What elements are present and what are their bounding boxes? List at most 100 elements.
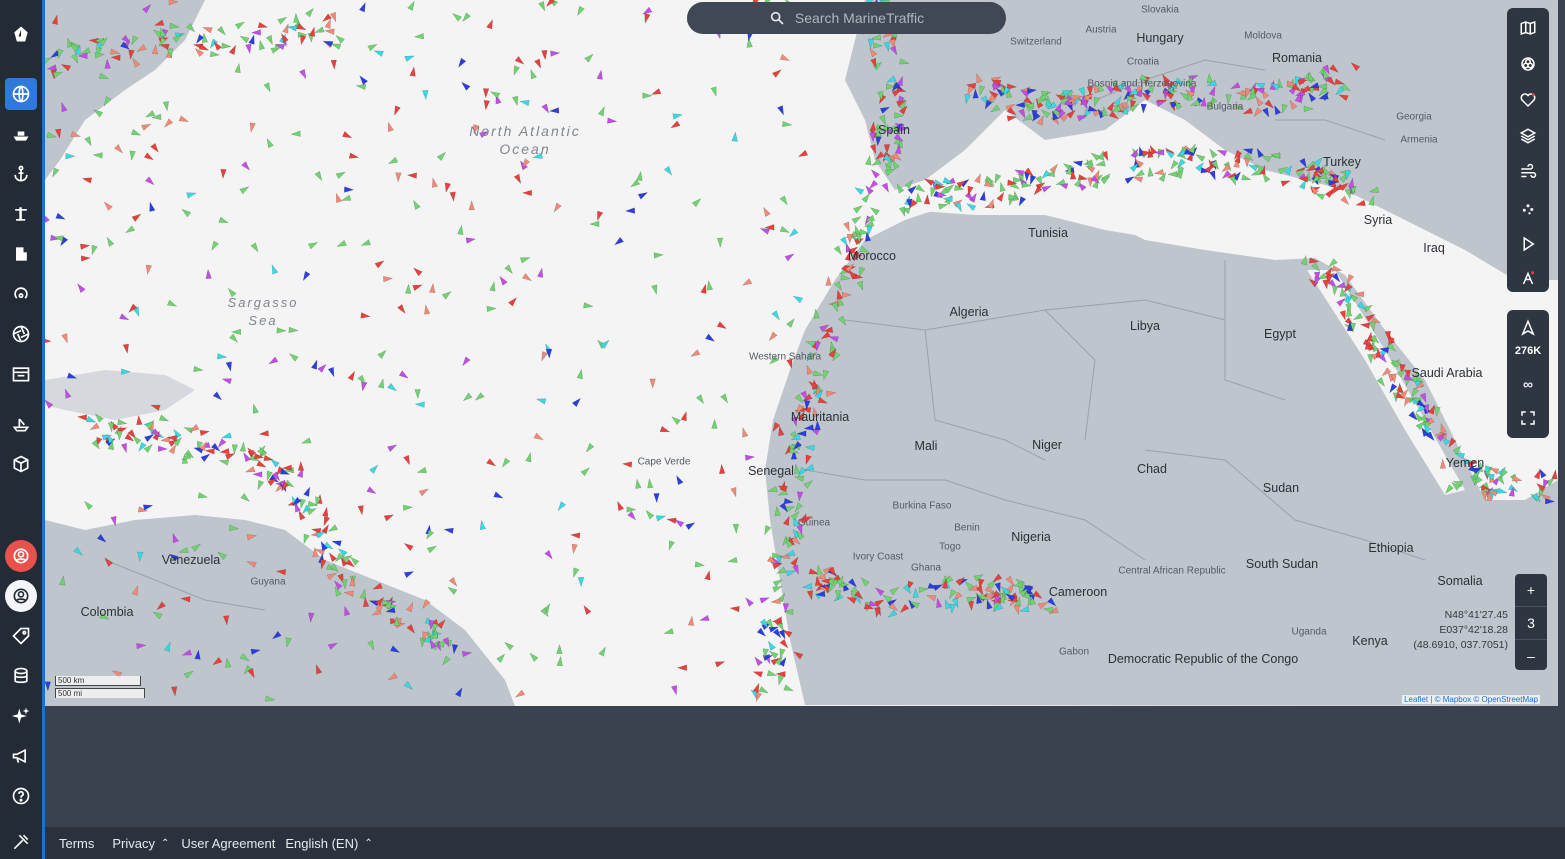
vessel-marker[interactable] (240, 492, 251, 503)
vessel-marker[interactable] (282, 23, 289, 34)
vessel-marker[interactable] (106, 236, 115, 247)
vessel-marker[interactable] (732, 523, 740, 535)
vessel-marker[interactable] (394, 105, 401, 116)
vessel-marker[interactable] (239, 441, 247, 452)
vessel-marker[interactable] (839, 236, 849, 247)
vessel-marker[interactable] (746, 37, 753, 48)
vessel-marker[interactable] (297, 460, 305, 471)
vessel-marker[interactable] (501, 457, 511, 468)
vessel-marker[interactable] (1340, 195, 1350, 206)
vessel-marker[interactable] (144, 434, 155, 443)
vessel-marker[interactable] (716, 321, 728, 330)
globe-icon[interactable] (5, 78, 37, 110)
vessel-marker[interactable] (357, 505, 364, 516)
megaphone-icon[interactable] (5, 740, 37, 772)
vessel-marker[interactable] (347, 370, 356, 381)
vessel-marker[interactable] (659, 425, 671, 433)
vessel-marker[interactable] (865, 154, 872, 166)
vessel-marker[interactable] (329, 11, 337, 23)
vessel-marker[interactable] (468, 199, 475, 211)
vessel-marker[interactable] (387, 156, 399, 165)
vessel-marker[interactable] (268, 356, 279, 365)
vessel-marker[interactable] (766, 669, 778, 676)
vessel-marker[interactable] (294, 501, 302, 513)
vessel-marker[interactable] (162, 101, 170, 112)
vessel-marker[interactable] (493, 491, 504, 499)
vessel-marker[interactable] (348, 152, 360, 159)
vessel-marker[interactable] (387, 382, 398, 392)
vessel-marker[interactable] (259, 39, 266, 51)
vessel-marker[interactable] (342, 130, 353, 139)
vessel-marker[interactable] (416, 466, 428, 473)
vessel-marker[interactable] (541, 50, 548, 61)
vessel-marker[interactable] (141, 123, 152, 131)
vessel-marker[interactable] (144, 176, 155, 186)
vessel-marker[interactable] (117, 418, 128, 426)
vessel-marker[interactable] (145, 264, 152, 276)
play-icon[interactable] (1512, 228, 1544, 260)
vessel-marker[interactable] (649, 378, 656, 389)
vessel-marker[interactable] (577, 5, 585, 17)
vessel-marker[interactable] (212, 391, 223, 401)
vessel-marker[interactable] (403, 454, 410, 466)
vessel-marker[interactable] (624, 207, 636, 214)
vessel-marker[interactable] (457, 224, 464, 235)
route-lock-icon[interactable] (1512, 262, 1544, 294)
vessel-marker[interactable] (168, 443, 177, 455)
vessel-marker[interactable] (745, 596, 755, 607)
vessel-marker[interactable] (511, 95, 519, 107)
vessel-marker[interactable] (302, 270, 311, 282)
vessel-marker[interactable] (720, 393, 729, 404)
vessel-marker[interactable] (597, 105, 605, 117)
vessel-marker[interactable] (1533, 468, 1541, 480)
vessel-marker[interactable] (444, 182, 452, 194)
vessel-marker[interactable] (402, 504, 414, 511)
vessel-marker[interactable] (307, 242, 319, 250)
vessel-marker[interactable] (245, 43, 252, 55)
vessel-marker[interactable] (544, 549, 553, 560)
vessel-marker[interactable] (853, 205, 864, 214)
vessel-marker[interactable] (676, 474, 684, 486)
vessel-marker[interactable] (431, 177, 439, 188)
signal-icon[interactable] (5, 278, 37, 310)
vessel-marker[interactable] (360, 312, 371, 319)
vessel-marker[interactable] (166, 299, 178, 307)
vessel-marker[interactable] (598, 646, 607, 657)
vessel-marker[interactable] (315, 531, 327, 539)
vessel-marker[interactable] (670, 685, 678, 696)
vessel-marker[interactable] (666, 517, 677, 524)
vessel-marker[interactable] (541, 351, 549, 362)
vessel-marker[interactable] (846, 234, 854, 245)
vessel-marker[interactable] (270, 458, 280, 468)
cube-icon[interactable] (5, 448, 37, 480)
vessel-marker[interactable] (710, 86, 717, 98)
vessel-marker[interactable] (335, 192, 343, 204)
vessel-marker[interactable] (129, 150, 136, 162)
vessel-marker[interactable] (636, 170, 643, 182)
vessel-marker[interactable] (1355, 199, 1366, 206)
vessel-marker[interactable] (645, 509, 655, 520)
fullscreen-icon[interactable] (1512, 402, 1544, 434)
vessel-marker[interactable] (541, 103, 550, 114)
vessel-marker[interactable] (833, 245, 842, 256)
vessel-marker[interactable] (783, 684, 794, 692)
vessel-marker[interactable] (312, 546, 319, 557)
vessel-marker[interactable] (163, 118, 174, 128)
vessel-marker[interactable] (61, 333, 68, 344)
vessel-marker[interactable] (314, 170, 323, 182)
vessel-marker[interactable] (642, 92, 653, 99)
vessel-marker[interactable] (779, 225, 791, 233)
logo-icon[interactable] (5, 18, 37, 50)
vessel-marker[interactable] (300, 437, 312, 444)
vessel-marker[interactable] (583, 302, 594, 309)
vessel-marker[interactable] (689, 349, 701, 357)
vessel-marker[interactable] (499, 275, 508, 286)
vessel-marker[interactable] (691, 198, 702, 208)
vessel-marker[interactable] (759, 597, 771, 604)
vessel-marker[interactable] (1328, 258, 1338, 268)
vessel-marker[interactable] (730, 486, 737, 498)
vessel-marker[interactable] (266, 137, 274, 149)
vessel-marker[interactable] (290, 130, 301, 137)
vessel-marker[interactable] (596, 69, 603, 80)
vessel-marker[interactable] (482, 88, 490, 99)
